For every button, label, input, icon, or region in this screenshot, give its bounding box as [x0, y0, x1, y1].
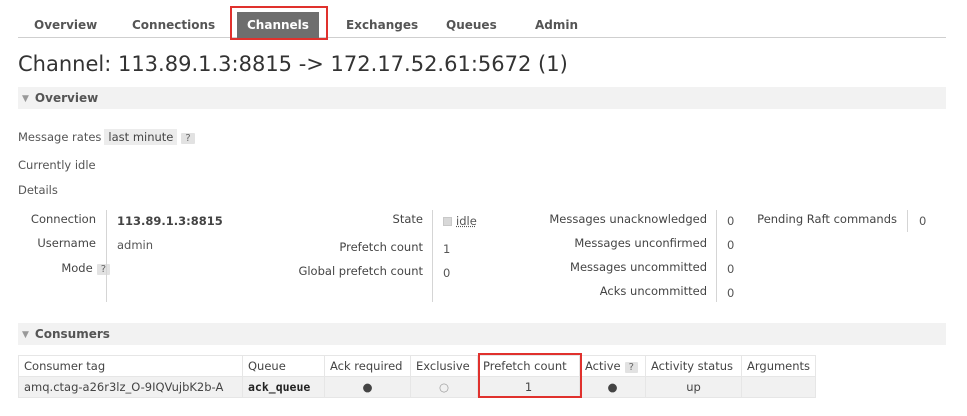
- username-value: admin: [117, 238, 154, 252]
- collapse-triangle-icon: ▼: [22, 94, 29, 104]
- mode-label-row: Mode?: [20, 261, 110, 275]
- uncommitted-value: 0: [727, 262, 735, 276]
- consumer-tag-cell: amq.ctag-a26r3lz_O-9IQVujbK2b-A: [18, 376, 243, 398]
- raft-label: Pending Raft commands: [757, 212, 897, 226]
- username-label: Username: [37, 236, 96, 250]
- prefetch-value: 1: [443, 242, 451, 256]
- table-row: amq.ctag-a26r3lz_O-9IQVujbK2b-A ack_queu…: [18, 376, 817, 398]
- raft-value: 0: [919, 214, 927, 228]
- consumers-section-label: Consumers: [34, 327, 110, 341]
- connection-link[interactable]: 113.89.1.3:8815: [117, 214, 223, 228]
- state-text: idle: [456, 214, 477, 228]
- ack-required-icon: ●: [324, 376, 411, 398]
- details-divider: [432, 210, 433, 302]
- state-label: State: [392, 212, 423, 226]
- unacked-value: 0: [727, 214, 735, 228]
- highlight-prefetch-column: [478, 353, 582, 398]
- acks-uncommitted-label: Acks uncommitted: [599, 284, 707, 298]
- highlight-channels-tab: [230, 6, 328, 40]
- unacked-label: Messages unacknowledged: [549, 212, 707, 226]
- exclusive-icon: ○: [410, 376, 478, 398]
- active-help-icon[interactable]: ?: [624, 362, 638, 373]
- table-header-row: Consumer tag Queue Ack required Exclusiv…: [18, 355, 817, 377]
- prefetch-label: Prefetch count: [339, 240, 423, 254]
- details-divider: [106, 210, 107, 302]
- global-prefetch-label: Global prefetch count: [298, 264, 423, 278]
- message-rates-row: Message rates last minute?: [18, 129, 195, 145]
- idle-status: Currently idle: [18, 158, 96, 172]
- tab-admin[interactable]: Admin: [525, 12, 588, 38]
- tab-overview[interactable]: Overview: [24, 12, 107, 38]
- idle-state-icon: [443, 217, 452, 226]
- overview-section-label: Overview: [34, 91, 99, 105]
- col-activity-status: Activity status: [645, 355, 742, 377]
- overview-section-toggle[interactable]: ▼ Overview: [18, 87, 946, 109]
- acks-uncommitted-value: 0: [727, 286, 735, 300]
- unconfirmed-label: Messages unconfirmed: [574, 236, 707, 250]
- active-icon: ●: [579, 376, 646, 398]
- top-nav: Overview Connections Channels Exchanges …: [18, 6, 946, 38]
- details-divider: [716, 210, 717, 302]
- consumers-table: Consumer tag Queue Ack required Exclusiv…: [18, 355, 817, 398]
- uncommitted-label: Messages uncommitted: [570, 260, 707, 274]
- col-arguments: Arguments: [740, 355, 817, 377]
- message-rates-help-icon[interactable]: ?: [181, 133, 195, 144]
- details-label: Details: [18, 183, 58, 197]
- connection-label: Connection: [30, 212, 96, 226]
- message-rates-label: Message rates: [18, 130, 102, 144]
- state-value: idle: [443, 214, 477, 228]
- col-exclusive: Exclusive: [410, 355, 478, 377]
- mode-label: Mode: [61, 261, 93, 275]
- collapse-triangle-icon: ▼: [22, 330, 29, 340]
- consumers-section-toggle[interactable]: ▼ Consumers: [18, 323, 946, 345]
- col-active: Active?: [579, 355, 646, 377]
- mode-help-icon[interactable]: ?: [96, 264, 110, 275]
- message-rates-selector[interactable]: last minute: [104, 129, 178, 145]
- col-ack-required: Ack required: [324, 355, 411, 377]
- arguments-cell: [740, 376, 817, 398]
- col-consumer-tag: Consumer tag: [18, 355, 243, 377]
- tab-exchanges[interactable]: Exchanges: [336, 12, 428, 38]
- details-divider: [907, 210, 908, 232]
- queue-link[interactable]: ack_queue: [242, 376, 325, 398]
- activity-status-cell: up: [645, 376, 742, 398]
- tab-connections[interactable]: Connections: [122, 12, 225, 38]
- col-queue: Queue: [242, 355, 325, 377]
- col-active-label: Active: [585, 359, 621, 373]
- page-title: Channel: 113.89.1.3:8815 -> 172.17.52.61…: [18, 52, 568, 76]
- global-prefetch-value: 0: [443, 266, 451, 280]
- unconfirmed-value: 0: [727, 238, 735, 252]
- tab-queues[interactable]: Queues: [436, 12, 507, 38]
